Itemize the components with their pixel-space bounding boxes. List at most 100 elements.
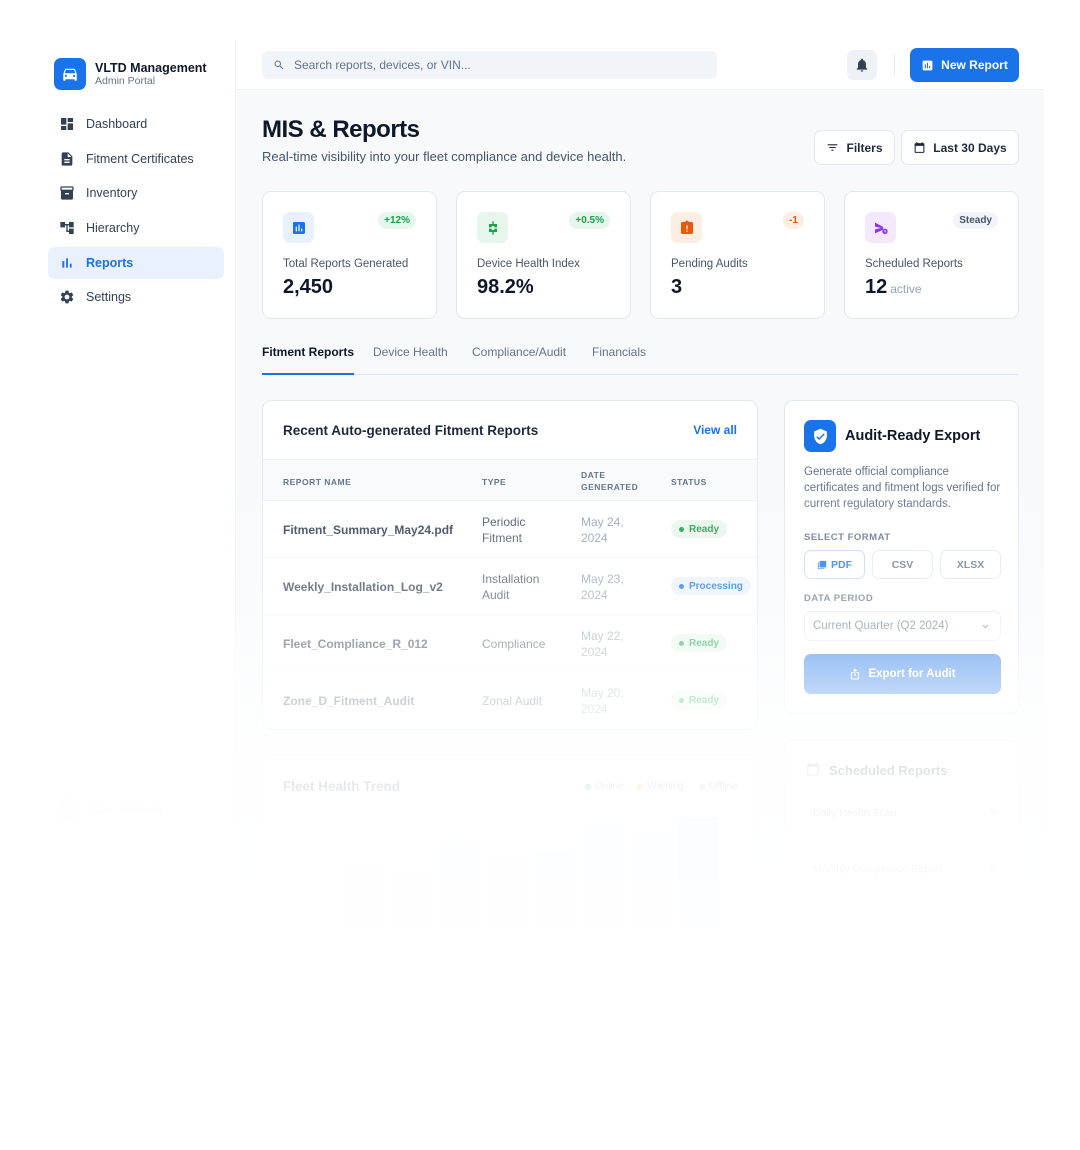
status-badge: Ready bbox=[671, 691, 728, 709]
audit-export-card: Audit-Ready Export Generate official com… bbox=[784, 400, 1019, 714]
trend-badge: -1 bbox=[783, 212, 804, 229]
bell-icon bbox=[854, 57, 870, 73]
brand[interactable]: VLTD Management Admin Portal bbox=[54, 58, 207, 90]
scheduled-reports-card: Scheduled Reports Daily Health Scan Mont… bbox=[784, 740, 1019, 920]
trend-badge: Steady bbox=[953, 212, 998, 229]
stat-value: 3 bbox=[671, 276, 682, 299]
column-header[interactable]: DATE GENERATED bbox=[581, 469, 641, 493]
stat-value: 2,450 bbox=[283, 276, 333, 299]
recent-reports-card: Recent Auto-generated Fitment Reports Vi… bbox=[262, 400, 758, 730]
card-title: Scheduled Reports bbox=[829, 763, 948, 778]
hierarchy-icon bbox=[59, 220, 75, 236]
car-logo-icon bbox=[54, 58, 86, 90]
sidebar-item-inventory[interactable]: Inventory bbox=[48, 177, 224, 209]
selected-period: Current Quarter (Q2 2024) bbox=[813, 620, 949, 632]
alert-clipboard-icon bbox=[671, 212, 702, 243]
shield-check-icon bbox=[804, 420, 836, 452]
sidebar-item-dashboard[interactable]: Dashboard bbox=[48, 108, 224, 140]
tab-financials[interactable]: Financials bbox=[592, 345, 646, 375]
search-input[interactable] bbox=[294, 58, 694, 72]
trend-bar bbox=[391, 875, 431, 925]
status-badge: Processing bbox=[671, 577, 751, 595]
document-icon bbox=[59, 151, 75, 167]
user-name: Alex Johnson bbox=[90, 804, 163, 816]
stat-card-device-health[interactable]: +0.5% Device Health Index 98.2% bbox=[456, 191, 631, 319]
stat-card-pending-audits[interactable]: -1 Pending Audits 3 bbox=[650, 191, 825, 319]
column-header[interactable]: STATUS bbox=[671, 476, 707, 488]
user-profile[interactable]: Alex Johnson bbox=[56, 798, 162, 822]
report-name[interactable]: Fitment_Summary_May24.pdf bbox=[283, 522, 453, 538]
trend-badge: +0.5% bbox=[569, 212, 610, 229]
report-name[interactable]: Zone_D_Fitment_Audit bbox=[283, 693, 414, 709]
format-label: SELECT FORMAT bbox=[804, 532, 891, 543]
column-header[interactable]: TYPE bbox=[482, 476, 506, 488]
date-range-button[interactable]: Last 30 Days bbox=[901, 130, 1019, 165]
stat-number: 12 bbox=[865, 276, 888, 298]
new-report-label: New Report bbox=[941, 58, 1008, 72]
bar-chart-icon bbox=[59, 255, 75, 271]
sidebar-nav: Dashboard Fitment Certificates Inventory… bbox=[48, 108, 224, 316]
search-box[interactable] bbox=[262, 51, 717, 79]
sidebar-item-label: Fitment Certificates bbox=[86, 151, 194, 166]
report-type: Periodic Fitment bbox=[482, 515, 526, 545]
calendar-icon bbox=[913, 141, 926, 154]
stat-label: Total Reports Generated bbox=[283, 258, 409, 270]
sidebar-item-fitment-certificates[interactable]: Fitment Certificates bbox=[48, 143, 224, 175]
tab-fitment-reports[interactable]: Fitment Reports bbox=[262, 345, 355, 375]
page-title: MIS & Reports bbox=[262, 116, 420, 143]
view-all-link[interactable]: View all bbox=[693, 423, 737, 437]
calendar-icon bbox=[805, 761, 821, 777]
status-dot bbox=[989, 807, 997, 815]
trend-bar bbox=[535, 850, 575, 925]
stat-card-total-reports[interactable]: +12% Total Reports Generated 2,450 bbox=[262, 191, 437, 319]
data-period-select[interactable]: Current Quarter (Q2 2024) bbox=[804, 611, 1001, 641]
stat-number: 98.2% bbox=[477, 276, 534, 298]
tab-device-health[interactable]: Device Health bbox=[373, 345, 448, 375]
card-description: Generate official compliance certificate… bbox=[804, 466, 1001, 510]
stat-label: Device Health Index bbox=[477, 258, 580, 270]
status-badge: Ready bbox=[671, 520, 728, 538]
schedule-name: Monthly Compliance Report bbox=[813, 863, 943, 875]
tab-compliance-audit[interactable]: Compliance/Audit bbox=[472, 345, 566, 375]
trend-bar bbox=[679, 817, 719, 925]
table-row[interactable]: Fleet_Compliance_R_012 Compliance May 22… bbox=[263, 615, 757, 672]
gear-icon bbox=[59, 289, 75, 305]
pdf-icon bbox=[817, 560, 827, 570]
avatar bbox=[56, 798, 80, 822]
sidebar-item-hierarchy[interactable]: Hierarchy bbox=[48, 212, 224, 244]
format-xlsx-button[interactable]: XLSX bbox=[940, 550, 1001, 579]
format-pdf-button[interactable]: PDF bbox=[804, 550, 865, 579]
table-row[interactable]: Zone_D_Fitment_Audit Zonal Audit May 20,… bbox=[263, 672, 757, 729]
scheduled-send-icon bbox=[865, 212, 896, 243]
format-csv-button[interactable]: CSV bbox=[872, 550, 933, 579]
report-name[interactable]: Fleet_Compliance_R_012 bbox=[283, 636, 428, 652]
stat-card-scheduled-reports[interactable]: Steady Scheduled Reports 12 active bbox=[844, 191, 1019, 319]
trend-bar bbox=[631, 835, 671, 925]
sidebar-item-label: Inventory bbox=[86, 186, 138, 201]
table-row[interactable]: Fitment_Summary_May24.pdf Periodic Fitme… bbox=[263, 501, 757, 558]
main-content: New Report MIS & Reports Real-time visib… bbox=[237, 40, 1044, 1100]
stat-value: 98.2% bbox=[477, 276, 534, 299]
stat-value: 12 active bbox=[865, 276, 922, 299]
status-text: Ready bbox=[689, 694, 720, 706]
page-subtitle: Real-time visibility into your fleet com… bbox=[262, 149, 627, 164]
trend-badge: +12% bbox=[378, 212, 416, 229]
column-header[interactable]: REPORT NAME bbox=[283, 476, 351, 488]
list-item[interactable]: Daily Health Scan bbox=[805, 793, 1001, 837]
list-item[interactable]: Monthly Compliance Report bbox=[805, 849, 1001, 893]
report-type: Zonal Audit bbox=[482, 694, 543, 708]
search-icon bbox=[273, 59, 285, 71]
stat-label: Scheduled Reports bbox=[865, 258, 963, 270]
export-for-audit-button[interactable]: Export for Audit bbox=[804, 654, 1001, 694]
chevron-down-icon bbox=[980, 621, 991, 632]
new-report-button[interactable]: New Report bbox=[910, 48, 1019, 82]
filter-icon bbox=[826, 141, 839, 154]
table-row[interactable]: Weekly_Installation_Log_v2 Installation … bbox=[263, 558, 757, 615]
report-name[interactable]: Weekly_Installation_Log_v2 bbox=[283, 579, 443, 595]
notifications-button[interactable] bbox=[847, 50, 877, 80]
filters-button[interactable]: Filters bbox=[814, 130, 895, 165]
sidebar-item-reports[interactable]: Reports bbox=[48, 246, 224, 279]
sidebar-item-settings[interactable]: Settings bbox=[48, 281, 224, 313]
report-type: Compliance bbox=[482, 637, 546, 651]
period-label: DATA PERIOD bbox=[804, 593, 874, 604]
